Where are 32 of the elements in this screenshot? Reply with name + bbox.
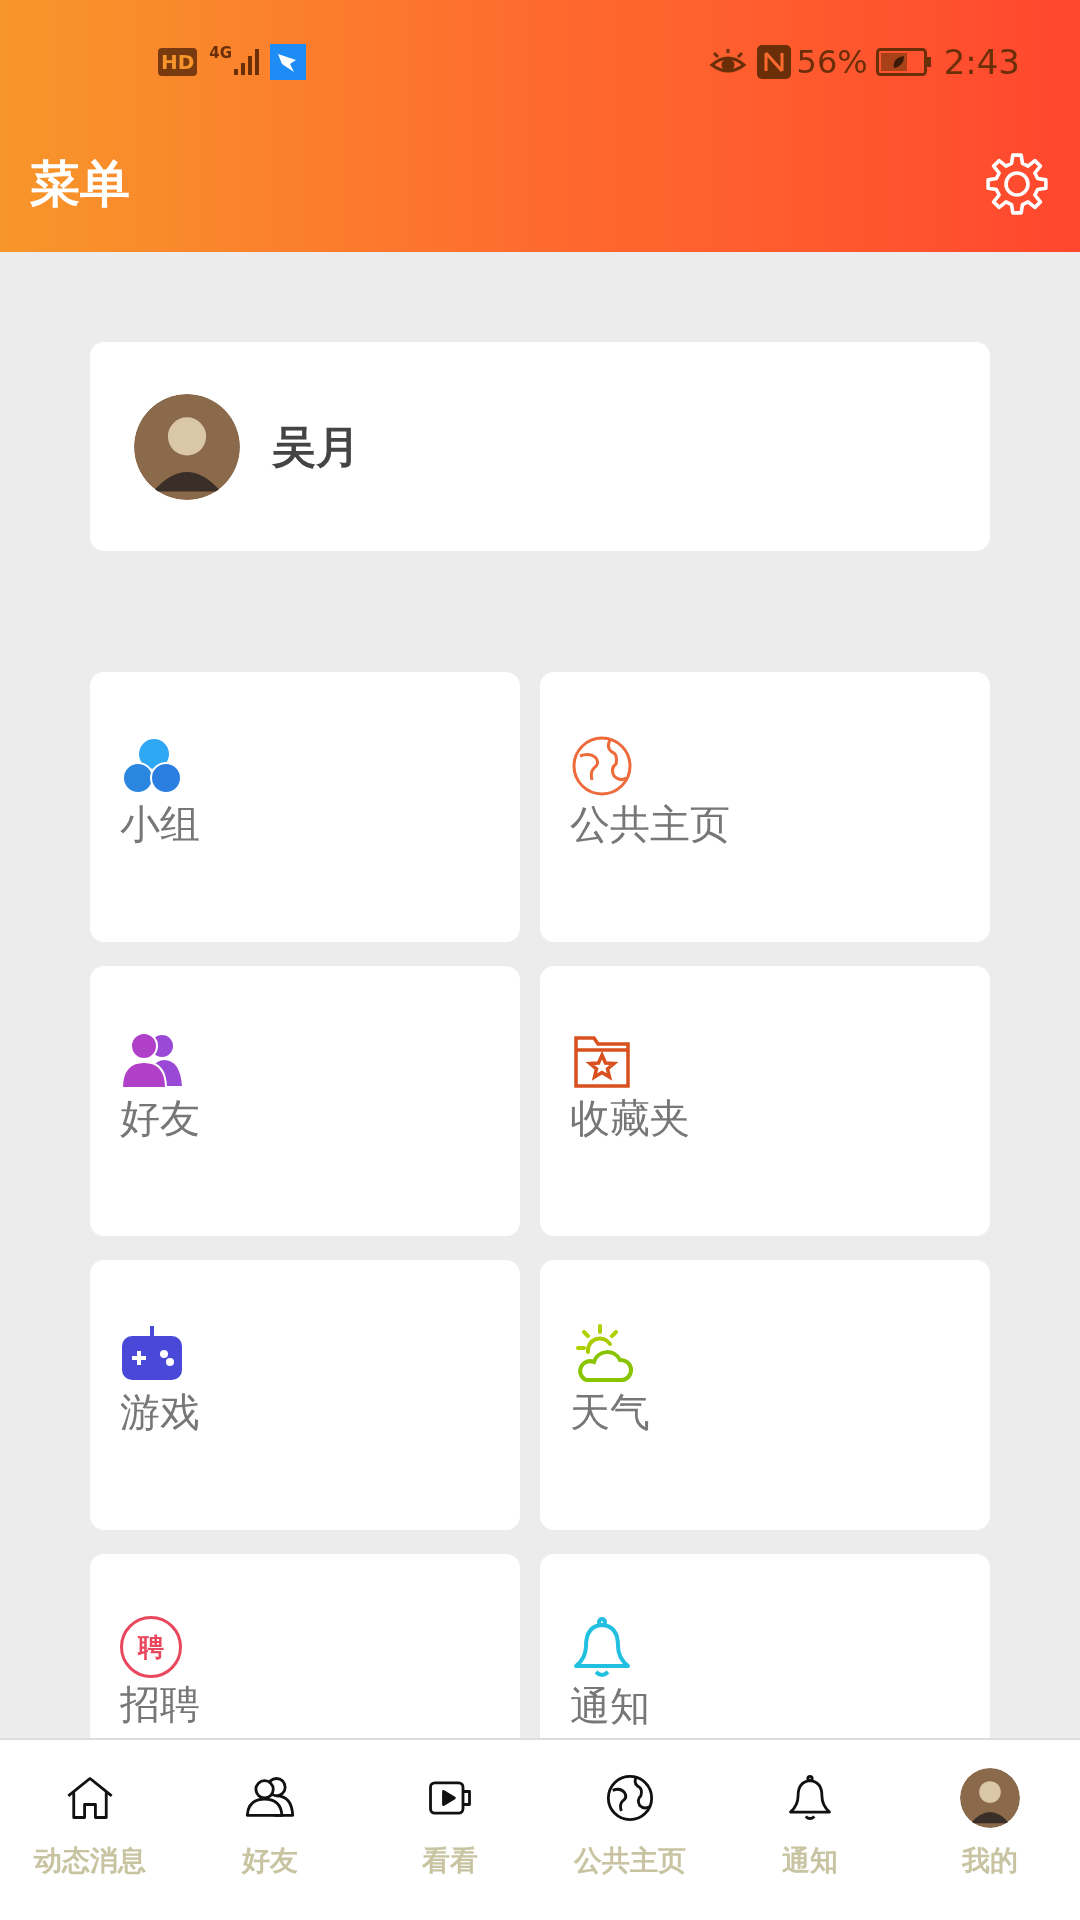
globe-icon xyxy=(570,734,634,798)
hiring-badge-icon: 聘 xyxy=(120,1616,182,1678)
battery-icon xyxy=(875,48,932,76)
menu-label: 公共主页 xyxy=(570,800,730,848)
signal-icon xyxy=(232,47,261,77)
menu-label: 天气 xyxy=(570,1388,650,1436)
profile-card[interactable]: 吴月 xyxy=(90,342,990,551)
menu-label: 好友 xyxy=(120,1094,200,1142)
menu-card[interactable]: 小组 xyxy=(90,672,520,942)
menu-label: 小组 xyxy=(120,800,200,848)
app-notification-icon xyxy=(270,44,307,80)
menu-label: 收藏夹 xyxy=(570,1094,690,1142)
menu-card[interactable]: 天气 xyxy=(540,1260,990,1530)
globe-icon xyxy=(604,1772,656,1824)
hd-badge: HD xyxy=(158,48,198,76)
user-name: 吴月 xyxy=(272,419,360,474)
page-title: 菜单 xyxy=(30,153,130,215)
menu-label: 游戏 xyxy=(120,1388,200,1436)
settings-icon[interactable] xyxy=(984,151,1050,217)
menu-card[interactable]: 通知 xyxy=(540,1554,990,1738)
avatar xyxy=(960,1768,1020,1828)
battery-percent: 56% xyxy=(796,42,868,83)
menu-card[interactable]: 好友 xyxy=(90,966,520,1236)
network-type: 4G xyxy=(209,46,233,61)
menu-card[interactable]: 游戏 xyxy=(90,1260,520,1530)
menu-label: 通知 xyxy=(570,1682,650,1730)
menu-card[interactable]: 公共主页 xyxy=(540,672,990,942)
nfc-icon xyxy=(756,45,791,79)
menu-card[interactable]: 聘 招聘 xyxy=(90,1554,520,1738)
menu-label: 招聘 xyxy=(120,1680,200,1728)
menu-card[interactable]: 收藏夹 xyxy=(540,966,990,1236)
clock-time: 2:43 xyxy=(943,40,1020,84)
